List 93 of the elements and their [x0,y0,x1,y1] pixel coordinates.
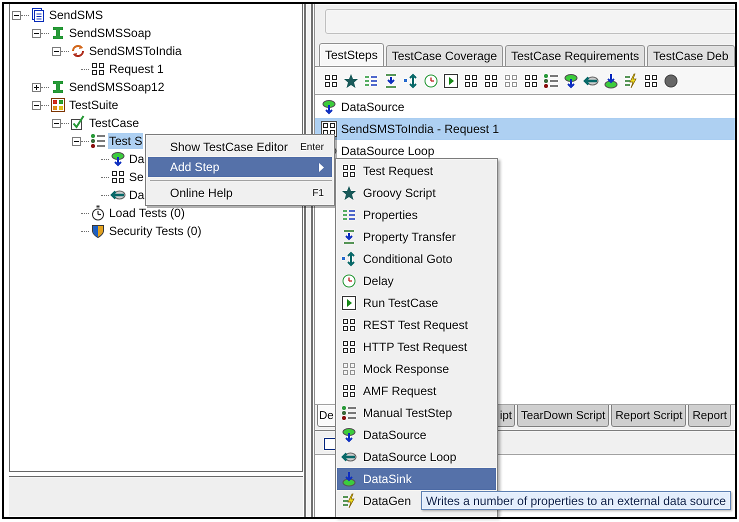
tab[interactable]: TestSteps [319,43,384,66]
tree-item[interactable]: Load Tests (0) [108,205,186,221]
letter-grid-icon [110,169,126,185]
tree-toggle[interactable] [52,118,61,128]
menu-item[interactable]: REST Test Request [337,314,496,336]
tree-toggle[interactable] [32,100,41,110]
database-arrow-icon [321,99,337,115]
bullet-list-icon [90,133,106,149]
checklist-icon [70,115,86,131]
menu-item[interactable]: Run TestCase [337,292,496,314]
colored-grid-icon [50,97,66,113]
database-down-icon[interactable] [603,72,619,88]
menu-item[interactable]: Add Step [148,157,332,177]
lightning-icon[interactable] [623,72,639,88]
menu-item[interactable]: Show TestCase Editor Enter [148,137,332,157]
stopwatch-icon [90,205,106,221]
menu-item[interactable]: Test Request [337,160,496,182]
i-beam-icon [50,79,66,95]
tree-item[interactable]: SendSMSSoap12 [68,79,166,95]
tree-toggle[interactable] [32,28,41,38]
letter-grid-icon [341,339,357,355]
menu-item[interactable]: Manual TestStep [337,402,496,424]
bullet-list-icon[interactable] [543,72,559,88]
clock-icon [341,273,357,289]
tree-toggle[interactable] [12,10,21,20]
menu-item[interactable]: Groovy Script [337,182,496,204]
database-arrow-icon [110,151,126,167]
tab[interactable]: TestCase Requirements [505,45,646,66]
vertical-arrows-icon[interactable] [403,72,419,88]
letter-grid-icon[interactable] [523,72,539,88]
menu-item[interactable]: DataSink [337,468,496,490]
tooltip: Writes a number of properties to an external data source [421,491,731,510]
menu-item[interactable]: Delay [337,270,496,292]
letter-grid-icon[interactable] [483,72,499,88]
tree-item[interactable]: Da [128,187,146,203]
database-arrow-icon[interactable] [563,72,579,88]
tree-toggle[interactable] [72,136,81,146]
tree-item[interactable]: SendSMSToIndia [88,43,183,59]
tree-toggle[interactable] [32,82,41,92]
tree-item[interactable]: SendSMS [48,7,104,23]
menu-item[interactable]: Property Transfer [337,226,496,248]
tree-item[interactable]: Security Tests (0) [108,223,202,239]
letter-grid-icon[interactable] [643,72,659,88]
list-item[interactable]: DataSource [315,96,735,118]
cycle-arrows-icon [70,43,86,59]
menu-item[interactable]: Online Help F1 [148,183,332,203]
bullet-list-icon [341,405,357,421]
vertical-arrows-icon [341,251,357,267]
tree-item[interactable]: TestCase [88,115,140,131]
menu-item[interactable]: DataSource Loop [337,446,496,468]
letter-grid-icon [341,163,357,179]
list-item[interactable]: SendSMSToIndia - Request 1 [315,118,735,140]
tree-item[interactable]: SendSMSSoap [68,25,152,41]
i-beam-icon [50,25,66,41]
menu-item[interactable]: AMF Request [337,380,496,402]
menu-item[interactable]: DataSource [337,424,496,446]
clock-icon[interactable] [423,72,439,88]
shield-icon [90,223,106,239]
menu-item[interactable]: Properties [337,204,496,226]
tab[interactable]: Report Script [611,405,686,427]
menu-item[interactable]: HTTP Test Request [337,336,496,358]
tree-item[interactable]: Test S [108,133,144,149]
letter-grid-icon[interactable] [323,72,339,88]
star-icon[interactable] [343,72,359,88]
tree-item[interactable]: Se [128,169,145,185]
down-arrow-icon[interactable] [383,72,399,88]
letter-grid-icon [90,61,106,77]
menu-item[interactable]: Mock Response [337,358,496,380]
database-down-icon [341,471,357,487]
text-field[interactable] [325,9,735,34]
play-icon [341,295,357,311]
play-icon[interactable] [443,72,459,88]
letter-grid-icon [341,383,357,399]
database-arrow-icon [341,427,357,443]
tab[interactable]: TearDown Script [517,405,610,427]
tree-item[interactable]: TestSuite [68,97,120,113]
document-icon [30,7,46,23]
tab[interactable]: TestCase Deb [647,45,735,66]
tree-item[interactable]: Da [128,151,146,167]
down-arrow-icon [341,229,357,245]
tree-toggle[interactable] [52,46,61,56]
circle-icon[interactable] [663,72,679,88]
letter-grid-icon[interactable] [463,72,479,88]
letter-grid-icon [341,317,357,333]
star-icon [341,185,357,201]
lightning-icon [341,493,357,509]
letter-grid-icon [341,361,357,377]
tab[interactable]: Report [688,405,732,427]
tab[interactable]: TestCase Coverage [386,45,504,66]
tree-item[interactable]: Request 1 [108,61,165,77]
checkbox[interactable] [324,438,336,450]
menu-item[interactable]: Conditional Goto [337,248,496,270]
submenu-arrow-icon [319,162,324,172]
